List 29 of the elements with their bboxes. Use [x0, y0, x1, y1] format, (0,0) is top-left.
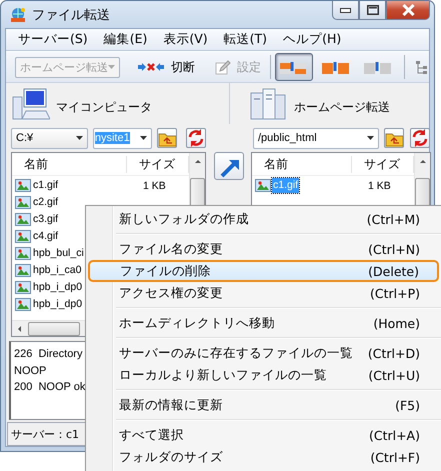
file-name: c1.gif — [32, 178, 60, 193]
status-text: サーバー：c1 — [11, 426, 80, 442]
file-size: 1 KB — [143, 180, 167, 192]
shortcut-text: (F5) — [395, 398, 420, 412]
file-name: c1.gif — [272, 178, 300, 193]
shortcut-text: (Ctrl+D) — [368, 346, 420, 360]
shortcut-text: (Ctrl+U) — [368, 368, 420, 382]
file-name: hpb_bul_ci — [32, 246, 85, 261]
file-name: hpb_i_ca0 — [32, 263, 82, 278]
shortcut-text: (Ctrl+N) — [368, 242, 420, 256]
pane-title: マイコンピュータ — [56, 99, 152, 116]
file-size: 1 KB — [368, 180, 392, 192]
file-name: c3.gif — [32, 212, 60, 227]
shortcut-text: (Ctrl+P) — [370, 286, 420, 300]
log-line: 226 Directory — [14, 347, 82, 362]
file-name: hpb_i_dp0 — [32, 280, 84, 295]
shortcut-text: (Ctrl+F) — [370, 450, 420, 464]
folder-name: nysite1 — [94, 132, 130, 144]
file-name: hpb_i_dp0 — [32, 297, 84, 312]
file-name: c2.gif — [32, 195, 60, 210]
log-line: NOOP — [14, 364, 46, 378]
pane-title: ホームページ転送 — [294, 99, 390, 116]
shortcut-text: (Ctrl+A) — [368, 428, 420, 442]
window-title: ファイル転送 — [32, 6, 110, 24]
shortcut-text: (Delete) — [368, 264, 419, 278]
log-line: 200 NOOP ok — [14, 380, 86, 395]
shortcut-text: (Ctrl+M) — [366, 212, 420, 226]
file-name: c4.gif — [32, 229, 60, 244]
shortcut-text: (Home) — [373, 316, 420, 330]
